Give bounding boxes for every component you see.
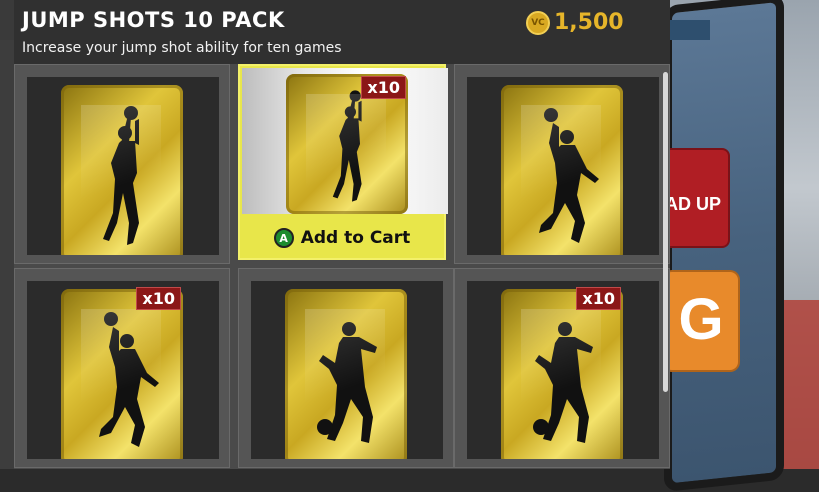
pack-card[interactable]: x10 bbox=[14, 268, 230, 468]
gold-card-image bbox=[61, 85, 183, 255]
phone-app-tile-orange: G bbox=[664, 272, 738, 370]
page-title: JUMP SHOTS 10 PACK bbox=[22, 8, 285, 32]
pack-card-frame bbox=[251, 281, 443, 459]
pack-card-frame: x10 bbox=[242, 68, 448, 214]
pack-card-selected[interactable]: x10 A Add to Cart bbox=[238, 64, 448, 260]
gold-card-image bbox=[61, 289, 183, 459]
pack-card[interactable] bbox=[238, 268, 454, 468]
dribble-silhouette-icon bbox=[533, 322, 593, 443]
dunk-silhouette-icon bbox=[539, 108, 599, 243]
add-to-cart-button[interactable]: A Add to Cart bbox=[240, 216, 444, 260]
quantity-badge: x10 bbox=[576, 287, 621, 310]
price-display: VC 1,500 bbox=[526, 10, 624, 35]
add-to-cart-label: Add to Cart bbox=[300, 228, 411, 248]
dribble-silhouette-icon bbox=[317, 322, 377, 443]
pack-card[interactable]: x10 bbox=[454, 268, 670, 468]
pack-card-frame: x10 bbox=[467, 281, 659, 459]
price-value: 1,500 bbox=[554, 10, 624, 35]
vc-coin-icon: VC bbox=[526, 10, 550, 35]
gold-card-image bbox=[501, 85, 623, 255]
dunk-silhouette-icon bbox=[99, 312, 159, 447]
pack-card-frame bbox=[467, 77, 659, 255]
quantity-badge: x10 bbox=[136, 287, 181, 310]
pack-grid: x10 A Add to Cart x10 x10 bbox=[14, 64, 670, 469]
pack-card[interactable] bbox=[454, 64, 670, 264]
jumpshot-silhouette-icon bbox=[332, 90, 362, 202]
a-button-icon: A bbox=[273, 228, 294, 248]
pack-card-frame bbox=[27, 77, 219, 255]
pack-card-frame: x10 bbox=[27, 281, 219, 459]
quantity-badge: x10 bbox=[361, 76, 406, 99]
gold-card-image bbox=[501, 289, 623, 459]
phone-status-bar bbox=[670, 20, 710, 40]
jumpshot-silhouette-icon bbox=[103, 106, 139, 245]
pack-card[interactable] bbox=[14, 64, 230, 264]
gold-card-image bbox=[285, 289, 407, 459]
background-phone bbox=[664, 0, 784, 492]
gatorade-logo-icon: G bbox=[678, 287, 724, 352]
page-subtitle: Increase your jump shot ability for ten … bbox=[22, 40, 342, 56]
scrollbar-thumb[interactable] bbox=[663, 72, 668, 392]
scrollbar[interactable] bbox=[663, 72, 668, 392]
